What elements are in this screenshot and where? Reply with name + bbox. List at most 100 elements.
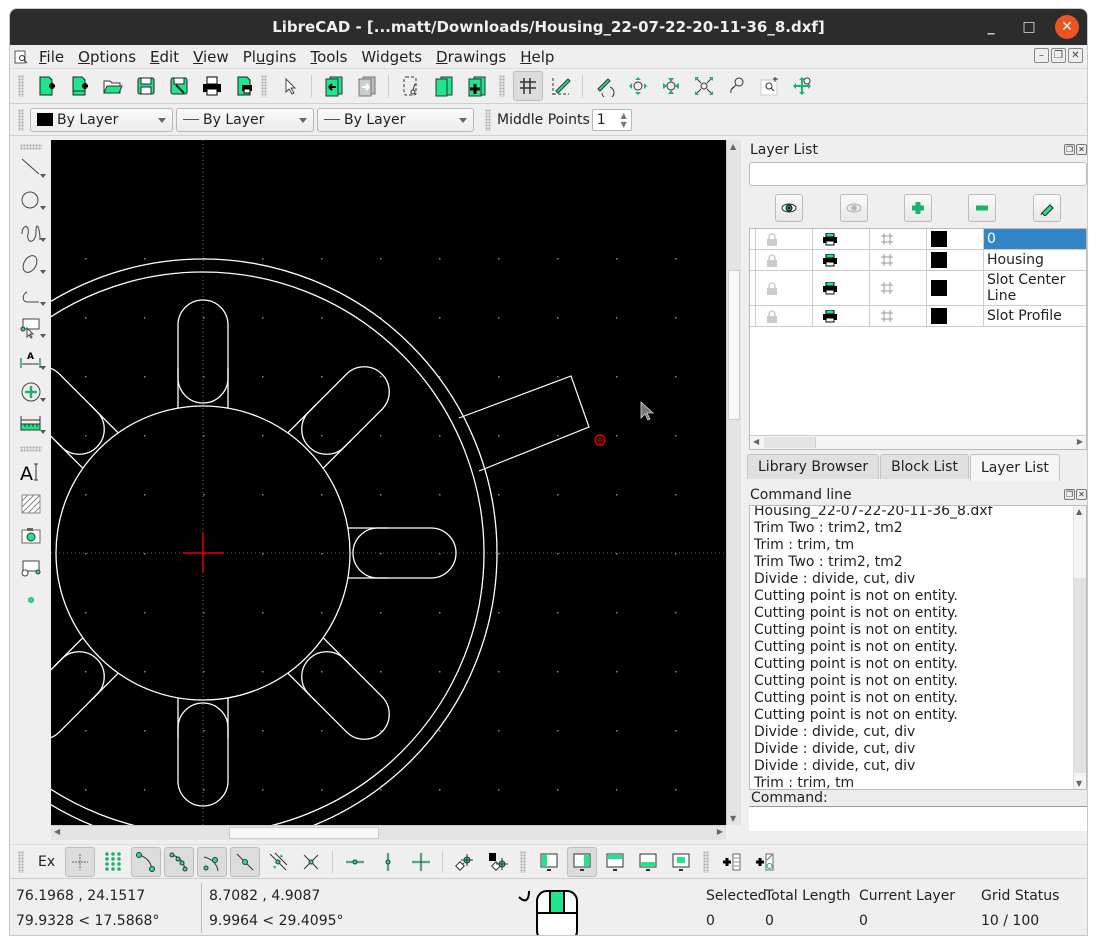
- layer-construction-toggle[interactable]: [870, 250, 927, 270]
- scroll-left-icon[interactable]: ◀: [753, 437, 759, 446]
- snap-on-entity-icon[interactable]: [163, 846, 194, 877]
- dock-float-button[interactable]: ❐: [1064, 144, 1075, 155]
- spin-arrows-icon[interactable]: ▲ ▼: [618, 111, 630, 129]
- maximize-button[interactable]: □: [1017, 15, 1041, 39]
- menu-widgets[interactable]: Widgets: [354, 48, 429, 66]
- vertical-scrollbar[interactable]: ▲ ▼: [726, 140, 741, 825]
- restrict-horizontal-icon[interactable]: [340, 847, 370, 877]
- color-select[interactable]: By Layer: [30, 107, 173, 132]
- command-input[interactable]: [749, 807, 1087, 831]
- scroll-up-icon[interactable]: ▲: [730, 142, 736, 151]
- image-tool-icon[interactable]: [16, 520, 46, 552]
- dimension-tool-icon[interactable]: A: [16, 344, 46, 376]
- hide-all-layers-button[interactable]: [839, 194, 868, 222]
- dock-bottom-icon[interactable]: [633, 847, 663, 877]
- layer-construction-toggle[interactable]: [870, 229, 927, 249]
- snap-free-icon[interactable]: [64, 846, 95, 877]
- menu-drawings[interactable]: Drawings: [429, 48, 513, 66]
- tab-layer-list[interactable]: Layer List: [969, 454, 1060, 481]
- middle-points-spinbox[interactable]: 1 ▲ ▼: [591, 108, 632, 131]
- select-pointer-icon[interactable]: [275, 71, 305, 101]
- layer-row[interactable]: Slot Center Line: [750, 271, 1086, 306]
- zoom-in-icon[interactable]: [623, 71, 653, 101]
- mdi-close-button[interactable]: ✕: [1068, 48, 1083, 63]
- open-folder-icon[interactable]: [98, 71, 128, 101]
- zoom-auto-icon[interactable]: [689, 71, 719, 101]
- menu-view[interactable]: View: [186, 48, 236, 66]
- tab-block-list[interactable]: Block List: [880, 454, 969, 479]
- horizontal-scroll-thumb[interactable]: [229, 827, 379, 839]
- close-button[interactable]: ✕: [1055, 15, 1079, 39]
- layer-print-toggle[interactable]: [813, 250, 870, 270]
- curve-tool-icon[interactable]: [16, 216, 46, 248]
- dock-close-button[interactable]: ✕: [1076, 144, 1087, 155]
- dock-top-icon[interactable]: [600, 847, 630, 877]
- print-preview-icon[interactable]: [230, 71, 260, 101]
- new-file-icon[interactable]: [32, 71, 62, 101]
- minimize-button[interactable]: _: [979, 15, 1003, 39]
- add-toolbar-icon[interactable]: [717, 847, 747, 877]
- layer-color[interactable]: [927, 271, 984, 305]
- layer-lock-toggle[interactable]: [756, 271, 813, 305]
- mdi-minimize-button[interactable]: –: [1034, 48, 1049, 63]
- dock-float-button[interactable]: ❐: [1064, 489, 1075, 500]
- tab-library-browser[interactable]: Library Browser: [747, 454, 880, 479]
- select-tool-icon[interactable]: [16, 312, 46, 344]
- circle-tool-icon[interactable]: [16, 184, 46, 216]
- new-from-template-icon[interactable]: [65, 71, 95, 101]
- menu-edit[interactable]: Edit: [143, 48, 186, 66]
- cut-icon[interactable]: [396, 71, 426, 101]
- dock-left-icon[interactable]: [534, 847, 564, 877]
- layer-row[interactable]: Housing: [750, 250, 1086, 271]
- zoom-pan-icon[interactable]: [788, 71, 818, 101]
- menu-options[interactable]: Options: [71, 48, 143, 66]
- hatch-tool-icon[interactable]: [16, 488, 46, 520]
- add-layer-button[interactable]: [903, 194, 932, 222]
- layer-lock-toggle[interactable]: [756, 229, 813, 249]
- measure-tool-icon[interactable]: [16, 408, 46, 440]
- snap-endpoints-icon[interactable]: [130, 846, 161, 877]
- layer-print-toggle[interactable]: [813, 229, 870, 249]
- mdi-restore-button[interactable]: ❐: [1051, 48, 1066, 63]
- snap-middle-icon[interactable]: [229, 846, 260, 877]
- ellipse-tool-icon[interactable]: [16, 248, 46, 280]
- layer-color[interactable]: [927, 250, 984, 270]
- layer-name[interactable]: 0: [984, 229, 1086, 249]
- show-all-layers-button[interactable]: [775, 194, 804, 222]
- line-width-select[interactable]: By Layer: [176, 107, 314, 132]
- point-tool-icon[interactable]: [16, 584, 46, 616]
- command-history-scrollbar[interactable]: ▲ ▼: [1073, 506, 1086, 789]
- restrict-vertical-icon[interactable]: [373, 847, 403, 877]
- exclusive-snap-toggle[interactable]: Ex: [30, 854, 63, 870]
- dock-floating-icon[interactable]: [666, 847, 696, 877]
- dock-right-icon[interactable]: [566, 846, 597, 877]
- dock-close-button[interactable]: ✕: [1076, 489, 1087, 500]
- layer-lock-toggle[interactable]: [756, 250, 813, 270]
- snap-intersection-icon[interactable]: [296, 847, 326, 877]
- copy-icon[interactable]: [429, 71, 459, 101]
- layer-table-scrollbar[interactable]: ◀ ▶: [750, 435, 1086, 449]
- print-icon[interactable]: [197, 71, 227, 101]
- block-tool-icon[interactable]: [16, 552, 46, 584]
- modify-tool-icon[interactable]: [16, 376, 46, 408]
- restrict-orthogonal-icon[interactable]: [406, 847, 436, 877]
- layer-print-toggle[interactable]: [813, 306, 870, 326]
- layer-name[interactable]: Slot Profile: [984, 306, 1086, 326]
- remove-layer-button[interactable]: [968, 194, 997, 222]
- layer-row[interactable]: 0: [750, 229, 1086, 250]
- scroll-right-icon[interactable]: ▶: [1077, 437, 1083, 446]
- lock-relative-zero-icon[interactable]: [483, 847, 513, 877]
- redraw-icon[interactable]: [590, 71, 620, 101]
- draft-mode-icon[interactable]: [546, 71, 576, 101]
- save-as-icon[interactable]: [164, 71, 194, 101]
- menu-help[interactable]: Help: [513, 48, 561, 66]
- vertical-scroll-thumb[interactable]: [728, 270, 740, 420]
- layer-color[interactable]: [927, 229, 984, 249]
- polyline-tool-icon[interactable]: [16, 280, 46, 312]
- undo-icon[interactable]: [319, 71, 349, 101]
- menu-tools[interactable]: Tools: [303, 48, 354, 66]
- scroll-right-icon[interactable]: ▶: [717, 827, 723, 836]
- menu-plugins[interactable]: Plugins: [236, 48, 304, 66]
- snap-distance-icon[interactable]: [263, 847, 293, 877]
- scroll-left-icon[interactable]: ◀: [54, 827, 60, 836]
